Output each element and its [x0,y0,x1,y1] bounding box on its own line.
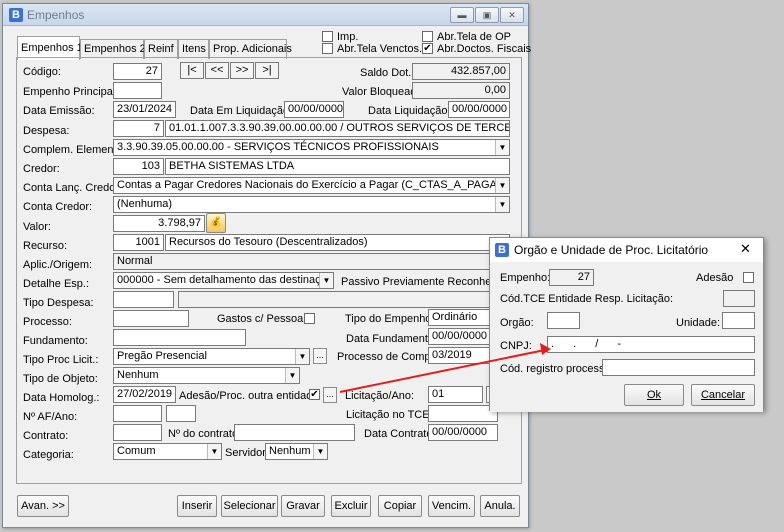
arrow-head [540,343,551,355]
arrow-line [339,349,546,393]
annotation-arrow [339,343,551,393]
